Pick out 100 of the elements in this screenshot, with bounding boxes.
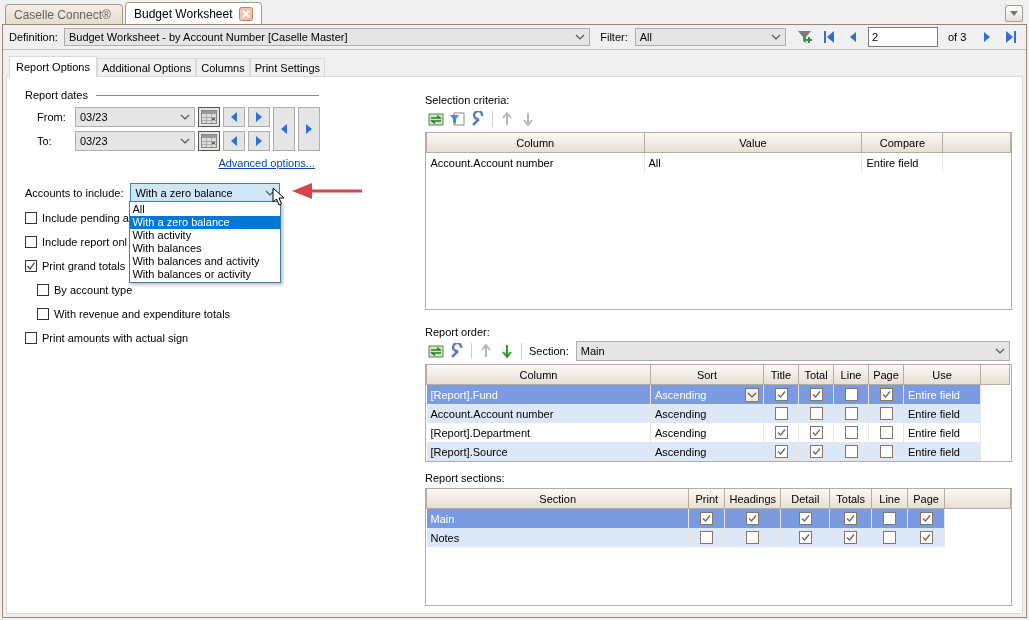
- dropdown-option[interactable]: With balances or activity: [130, 268, 281, 281]
- checkbox[interactable]: [844, 531, 858, 545]
- options-tab[interactable]: Report Options: [9, 56, 97, 77]
- column-header[interactable]: Total: [798, 365, 834, 385]
- dropdown-option[interactable]: With activity: [130, 229, 281, 242]
- checkbox[interactable]: [798, 512, 812, 526]
- checkbox[interactable]: [25, 236, 37, 248]
- check-icon: [26, 261, 36, 271]
- checkbox[interactable]: [809, 445, 823, 459]
- table-cell: Entire field: [866, 156, 919, 169]
- column-header[interactable]: Sort: [650, 365, 764, 385]
- close-icon[interactable]: [238, 6, 253, 21]
- filter-plus-icon: [797, 29, 814, 45]
- checkbox[interactable]: [809, 407, 823, 421]
- column-header[interactable]: Line: [871, 489, 908, 509]
- dropdown-option[interactable]: All: [130, 203, 281, 216]
- checkbox[interactable]: [844, 512, 858, 526]
- column-header[interactable]: Use: [903, 365, 981, 385]
- column-header[interactable]: Column: [426, 133, 644, 153]
- checkbox[interactable]: [844, 445, 858, 459]
- options-tab[interactable]: Print Settings: [249, 58, 326, 76]
- column-header[interactable]: Headings: [724, 489, 781, 509]
- checkbox[interactable]: [37, 308, 49, 320]
- add-button[interactable]: [427, 342, 445, 360]
- checkbox[interactable]: [25, 260, 37, 272]
- checkbox[interactable]: [809, 426, 823, 440]
- column-header[interactable]: Print: [688, 489, 725, 509]
- checkbox[interactable]: [879, 388, 893, 402]
- dropdown-button[interactable]: [745, 387, 759, 402]
- overflow-button[interactable]: [1005, 5, 1023, 22]
- checkbox[interactable]: [774, 445, 788, 459]
- previous-button[interactable]: [223, 107, 245, 127]
- checkbox[interactable]: [879, 445, 893, 459]
- next-button[interactable]: [248, 131, 270, 151]
- checkbox[interactable]: [919, 512, 933, 526]
- checkbox[interactable]: [700, 512, 714, 526]
- left-triangle-icon: [230, 136, 238, 146]
- filter-dropdown[interactable]: All: [634, 28, 787, 46]
- calendar-button[interactable]: [198, 131, 220, 151]
- checkbox[interactable]: [25, 212, 37, 224]
- checkbox[interactable]: [746, 512, 760, 526]
- document-tab[interactable]: Caselle Connect®: [5, 4, 123, 24]
- next-button[interactable]: [298, 107, 320, 151]
- column-header[interactable]: Column: [426, 365, 651, 385]
- column-header[interactable]: Compare: [861, 133, 943, 153]
- column-header[interactable]: Totals: [829, 489, 872, 509]
- chevron-down-icon: [771, 34, 782, 40]
- page-number-field[interactable]: 2: [868, 27, 938, 47]
- section-dropdown[interactable]: Main: [575, 341, 1010, 361]
- column-header[interactable]: Detail: [780, 489, 830, 509]
- column-header[interactable]: Page: [868, 365, 904, 385]
- chevron-down-icon: [180, 114, 190, 120]
- column-header[interactable]: Value: [644, 133, 862, 153]
- dropdown-option[interactable]: With balances and activity: [130, 255, 281, 268]
- checkbox[interactable]: [809, 388, 823, 402]
- checkbox[interactable]: [37, 284, 49, 296]
- options-tab[interactable]: Columns: [196, 58, 250, 76]
- calendar-button[interactable]: [198, 107, 220, 127]
- checkbox[interactable]: [25, 332, 37, 344]
- column-header[interactable]: Title: [763, 365, 799, 385]
- checkbox[interactable]: [774, 407, 788, 421]
- checkbox[interactable]: [883, 512, 897, 526]
- column-header[interactable]: Line: [833, 365, 869, 385]
- table-cell: Ascending: [655, 445, 707, 458]
- checkbox[interactable]: [774, 388, 788, 402]
- add-button[interactable]: [427, 110, 445, 128]
- checkbox[interactable]: [919, 531, 933, 545]
- dropdown-option[interactable]: With balances: [130, 242, 281, 255]
- checkbox[interactable]: [700, 531, 714, 545]
- section-title: Selection criteria:: [425, 94, 511, 106]
- checkbox[interactable]: [879, 407, 893, 421]
- checkbox[interactable]: [844, 388, 858, 402]
- advanced-options-link[interactable]: Advanced options...: [218, 157, 315, 169]
- previous-button[interactable]: [223, 131, 245, 151]
- column-header[interactable]: Section: [426, 489, 689, 509]
- table-cell: [Report].Fund: [430, 388, 498, 401]
- next-button[interactable]: [248, 107, 270, 127]
- dropdown-option[interactable]: With a zero balance: [130, 216, 281, 229]
- options-tab[interactable]: Additional Options: [97, 58, 197, 76]
- checkbox[interactable]: [746, 531, 760, 545]
- checkbox-label: Include report onl: [42, 236, 127, 248]
- filter-button[interactable]: [448, 110, 466, 128]
- previous-button[interactable]: [273, 107, 295, 151]
- column-header[interactable]: Page: [907, 489, 945, 509]
- checkbox[interactable]: [883, 531, 897, 545]
- document-tab[interactable]: Budget Worksheet: [125, 2, 262, 24]
- checkbox[interactable]: [844, 407, 858, 421]
- checkbox-label: Print grand totals: [42, 260, 126, 272]
- check-icon: [799, 532, 811, 544]
- table-cell: Entire field: [908, 407, 960, 420]
- definition-dropdown[interactable]: Budget Worksheet - by Account Number [Caselle Master]: [63, 28, 591, 46]
- checkbox[interactable]: [879, 426, 893, 440]
- date-dropdown[interactable]: 03/23: [75, 131, 195, 151]
- checkbox[interactable]: [774, 426, 788, 440]
- add-filter-button[interactable]: [796, 28, 815, 46]
- date-dropdown[interactable]: 03/23: [75, 107, 195, 127]
- chevron-down-icon: [747, 391, 757, 398]
- checkbox-label: By account type: [54, 284, 133, 296]
- checkbox[interactable]: [798, 531, 812, 545]
- checkbox[interactable]: [844, 426, 858, 440]
